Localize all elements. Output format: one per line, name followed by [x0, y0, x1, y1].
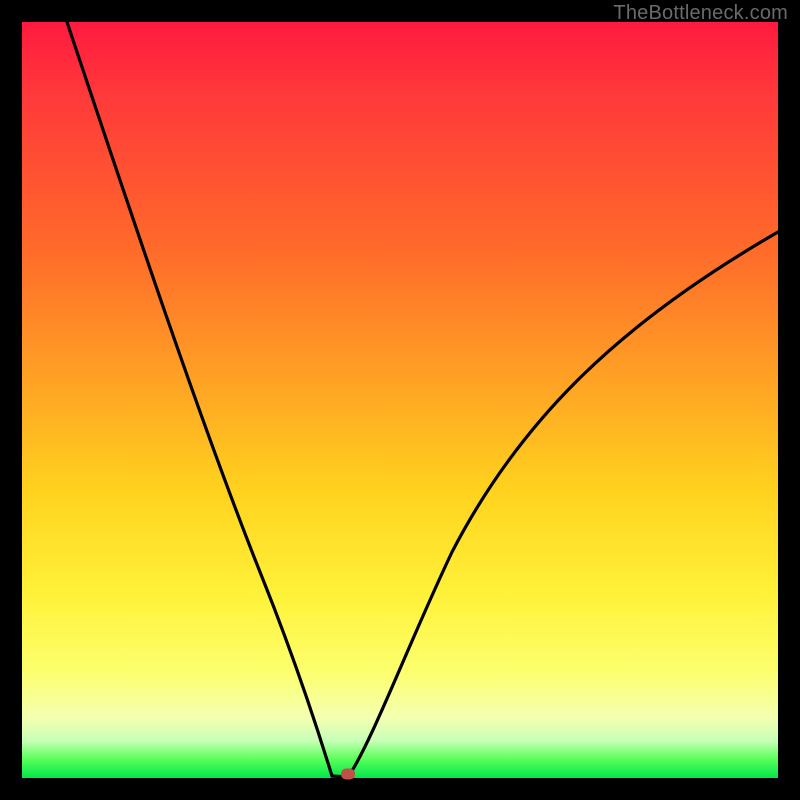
bottleneck-curve — [22, 22, 778, 778]
curve-right — [348, 232, 778, 777]
chart-frame: TheBottleneck.com — [0, 0, 800, 800]
plot-area — [22, 22, 778, 778]
watermark-text: TheBottleneck.com — [613, 2, 788, 25]
trough-marker — [341, 769, 355, 780]
curve-left — [67, 22, 332, 776]
